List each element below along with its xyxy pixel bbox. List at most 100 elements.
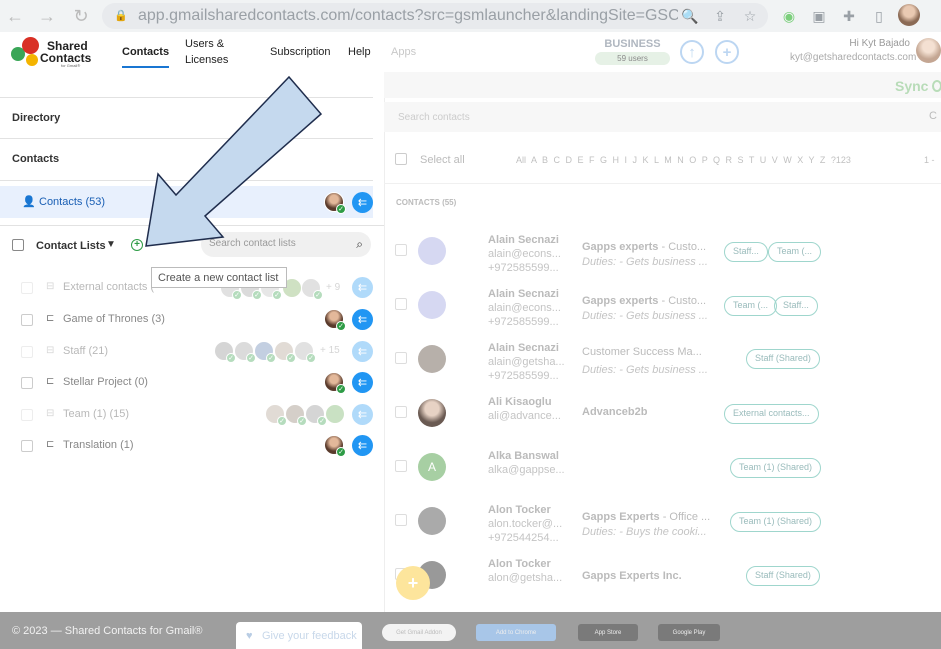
list-item[interactable]: ⊏ Translation (1) ✓ ⇇: [0, 430, 384, 462]
shared-label-icon: ⊟: [46, 345, 55, 356]
url-text: app.gmailsharedcontacts.com/contacts?src…: [138, 7, 678, 24]
address-bar[interactable]: 🔒 app.gmailsharedcontacts.com/contacts?s…: [102, 3, 768, 29]
sidebar-contacts-header[interactable]: Contacts: [0, 138, 373, 179]
nav-subscription[interactable]: Subscription: [270, 46, 331, 58]
search-icon[interactable]: C: [929, 110, 937, 122]
share-icon[interactable]: ⇇: [352, 372, 373, 393]
list-chip[interactable]: Staff...: [774, 296, 818, 316]
grammarly-extension-icon[interactable]: ◉: [779, 6, 799, 26]
contact-email: alon.tocker@...: [488, 518, 563, 530]
zoom-icon[interactable]: 🔍: [678, 8, 702, 25]
contacts-search-input[interactable]: Search contacts C: [384, 102, 941, 132]
share-icon[interactable]: ⇇: [352, 341, 373, 362]
list-chip[interactable]: Staff (Shared): [746, 349, 820, 369]
list-chip[interactable]: Staff (Shared): [746, 566, 820, 586]
add-contact-list-icon[interactable]: +: [131, 239, 143, 251]
tooltip: Create a new contact list: [151, 267, 287, 288]
check-icon: ✓: [336, 384, 346, 394]
share-icon[interactable]: ⇇: [352, 192, 373, 213]
sync-button[interactable]: Sync: [895, 78, 928, 94]
list-chip[interactable]: Team (...: [724, 296, 778, 316]
row-checkbox[interactable]: [395, 298, 407, 310]
avatar: ✓: [254, 341, 276, 363]
list-item[interactable]: ⊟ Staff (21) ✓ ✓ ✓ ✓ ✓ + 15 ⇇: [0, 336, 384, 368]
list-chip[interactable]: Team (1) (Shared): [730, 458, 822, 478]
row-checkbox[interactable]: [395, 406, 407, 418]
list-checkbox[interactable]: [21, 377, 33, 389]
table-row[interactable]: A Alka Banswal alka@gappse... Team (1) (…: [384, 440, 941, 494]
avatar: [418, 237, 446, 265]
sidebar-item-contacts[interactable]: 👤 Contacts (53) ✓ ⇇: [0, 186, 373, 218]
table-row[interactable]: Alon Tocker alon@getsha... Gapps Experts…: [384, 548, 941, 602]
feedback-label: Give your feedback: [262, 630, 357, 642]
user-avatar[interactable]: [916, 38, 941, 63]
contact-lists-checkbox[interactable]: [12, 239, 24, 251]
nav-users-licenses[interactable]: Users & Licenses: [185, 38, 228, 66]
table-row[interactable]: Alon Tocker alon.tocker@... +972544254..…: [384, 494, 941, 548]
gmail-addon-badge[interactable]: Get Gmail Addon: [382, 624, 456, 641]
table-row[interactable]: Alain Secnazi alain@econs... +972585599.…: [384, 224, 941, 278]
row-checkbox[interactable]: [395, 460, 407, 472]
pagination: 1 -: [924, 155, 935, 165]
table-row[interactable]: Ali Kisaoglu ali@advance... Advanceb2b E…: [384, 386, 941, 440]
feedback-button[interactable]: ♥ Give your feedback: [236, 622, 362, 649]
camera-extension-icon[interactable]: ▣: [809, 6, 829, 26]
alphabet-filter[interactable]: All A B C D E F G H I J K L M N O P Q R …: [516, 155, 851, 165]
share-icon[interactable]: ⇇: [352, 277, 373, 298]
avatar: ✓: [285, 404, 307, 426]
avatar: [418, 345, 446, 373]
contact-name: Alain Secnazi: [488, 234, 559, 246]
list-checkbox[interactable]: [21, 346, 33, 358]
table-row[interactable]: Alain Secnazi alain@getsha... +972585599…: [384, 332, 941, 386]
divider: [0, 180, 373, 181]
list-checkbox[interactable]: [21, 440, 33, 452]
list-item[interactable]: ⊟ Team (1) (15) ✓ ✓ ✓ ⇇: [0, 399, 384, 431]
select-all-checkbox[interactable]: [395, 153, 407, 165]
chrome-store-badge[interactable]: Add to Chrome: [476, 624, 556, 641]
list-checkbox[interactable]: [21, 409, 33, 421]
share-icon[interactable]: ⇇: [352, 435, 373, 456]
upload-icon[interactable]: ↑: [680, 40, 704, 64]
browser-profile-avatar[interactable]: [898, 4, 920, 26]
list-item[interactable]: ⊏ Stellar Project (0) ✓ ⇇: [0, 367, 384, 399]
more-count: + 9: [326, 282, 341, 293]
list-chip[interactable]: Team (1) (Shared): [730, 512, 822, 532]
plan-indicator: BUSINESS 59 users: [595, 38, 670, 65]
back-icon[interactable]: ←: [2, 3, 28, 29]
bookmark-star-icon[interactable]: ☆: [738, 8, 762, 25]
list-item[interactable]: ⊏ Game of Thrones (3) ✓ ⇇: [0, 304, 384, 336]
sidepanel-icon[interactable]: ▯: [869, 6, 889, 26]
sidebar-directory[interactable]: Directory: [0, 97, 373, 138]
search-icon[interactable]: ⌕: [356, 237, 363, 252]
nav-apps[interactable]: Apps: [391, 46, 416, 58]
app-store-badge[interactable]: App Store: [578, 624, 638, 641]
forward-icon[interactable]: →: [34, 3, 60, 29]
list-chip[interactable]: Staff...: [724, 242, 768, 262]
contact-lists-search-input[interactable]: Search contact lists ⌕: [201, 232, 371, 257]
list-checkbox[interactable]: [21, 314, 33, 326]
nav-contacts[interactable]: Contacts: [122, 46, 170, 68]
row-checkbox[interactable]: [395, 514, 407, 526]
app-logo[interactable]: Shared Contacts for Gmail®: [11, 36, 91, 68]
nav-users-label: Users &: [185, 38, 225, 50]
nav-help[interactable]: Help: [348, 46, 371, 58]
add-icon[interactable]: +: [715, 40, 739, 64]
row-checkbox[interactable]: [395, 244, 407, 256]
reload-icon[interactable]: ↻: [68, 3, 94, 29]
list-chip[interactable]: External contacts...: [724, 404, 819, 424]
contact-company: Customer Success Ma...: [582, 346, 702, 358]
contact-email: alain@getsha...: [488, 356, 565, 368]
google-play-badge[interactable]: Google Play: [658, 624, 720, 641]
row-checkbox[interactable]: [395, 352, 407, 364]
share-page-icon[interactable]: ⇪: [708, 8, 732, 25]
list-checkbox[interactable]: [21, 282, 33, 294]
filter-icon[interactable]: ▼: [106, 239, 116, 250]
extensions-puzzle-icon[interactable]: ✚: [839, 6, 859, 26]
sync-icon[interactable]: [932, 80, 941, 92]
add-contact-fab[interactable]: +: [396, 566, 430, 600]
contact-name: Alka Banswal: [488, 450, 559, 462]
share-icon[interactable]: ⇇: [352, 404, 373, 425]
share-icon[interactable]: ⇇: [352, 309, 373, 330]
table-row[interactable]: Alain Secnazi alain@econs... +972585599.…: [384, 278, 941, 332]
list-chip[interactable]: Team (...: [768, 242, 822, 262]
